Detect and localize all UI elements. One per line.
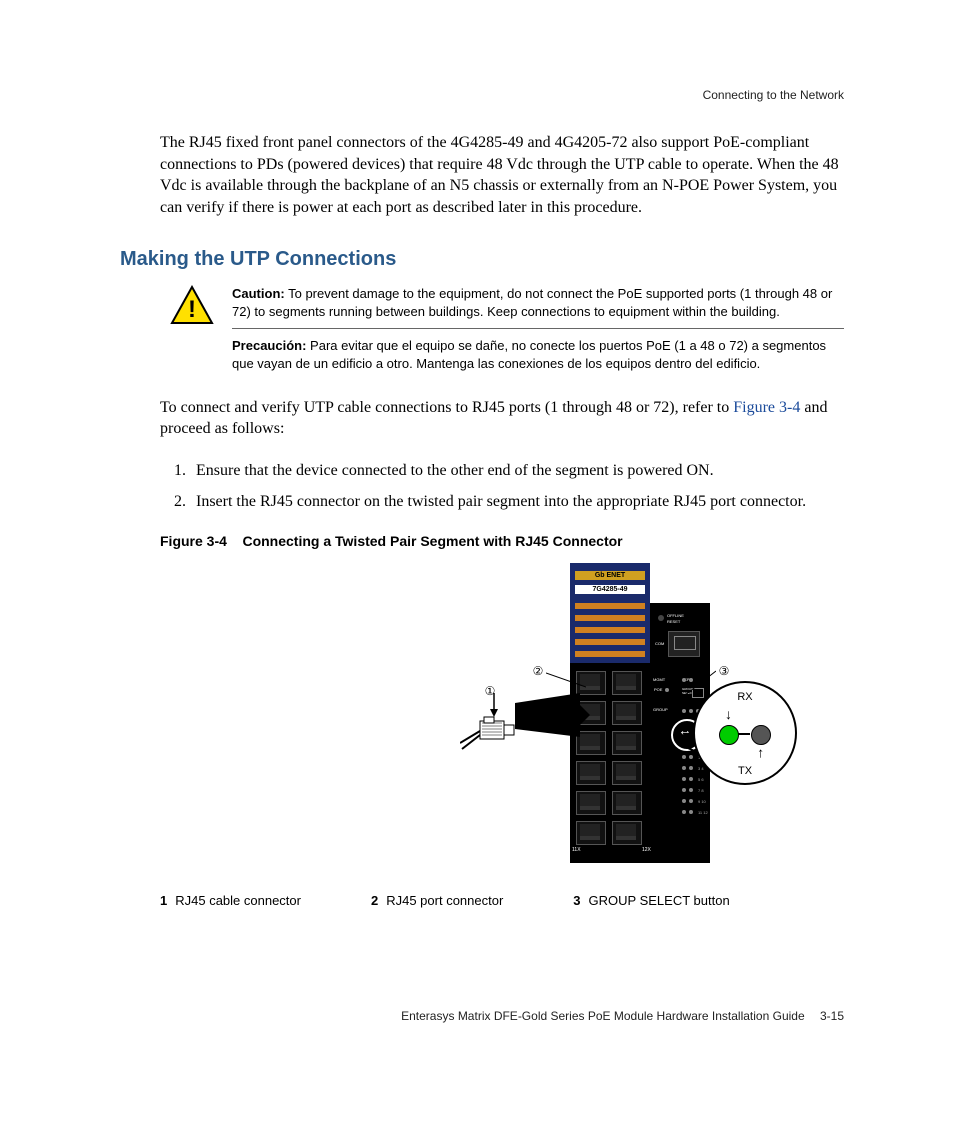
legend-item-3: 3GROUP SELECT button: [573, 893, 729, 908]
led-link-bar: [738, 733, 750, 735]
page-number: 3-15: [820, 1009, 844, 1023]
rj45-port-icon: [612, 761, 642, 785]
arrow-down-icon: ↓: [725, 708, 732, 724]
arrow-up-icon: ↓: [757, 745, 764, 761]
svg-text:!: !: [188, 296, 196, 323]
figure-link[interactable]: Figure 3-4: [733, 399, 800, 416]
label-offline: OFFLINE: [667, 613, 684, 618]
device-stripe: [575, 639, 645, 645]
caution-block: ! Caution: To prevent damage to the equi…: [110, 285, 844, 378]
intro-paragraph: The RJ45 fixed front panel connectors of…: [110, 132, 844, 218]
page-footer: Enterasys Matrix DFE-Gold Series PoE Mod…: [0, 1009, 844, 1023]
steps-list: Ensure that the device connected to the …: [110, 460, 844, 513]
figure-legend: 1RJ45 cable connector 2RJ45 port connect…: [110, 893, 844, 908]
device-label-model: 7G4285-49: [575, 585, 645, 594]
label-group: GROUP: [653, 707, 668, 712]
rj45-port-icon: [612, 701, 642, 725]
footer-text: Enterasys Matrix DFE-Gold Series PoE Mod…: [401, 1009, 805, 1023]
label-tx: TX: [695, 765, 795, 777]
reset-led-icon: [658, 615, 664, 621]
step-2: Insert the RJ45 connector on the twisted…: [190, 491, 844, 513]
device-stripe: [575, 651, 645, 657]
port-label-12x: 12X: [642, 847, 651, 853]
device-stripe: [575, 603, 645, 609]
label-reset: RESET: [667, 619, 680, 624]
figure-number: Figure 3-4: [160, 533, 227, 549]
step-1: Ensure that the device connected to the …: [190, 460, 844, 482]
label-mgmt: MGMT: [653, 677, 665, 682]
rj45-port-icon: [576, 761, 606, 785]
led-row: [665, 688, 669, 692]
callout-3: ③: [716, 663, 732, 679]
port-label-11x: 11X: [572, 847, 581, 853]
callout-2: ②: [530, 663, 546, 679]
lead-in-paragraph: To connect and verify UTP cable connecti…: [110, 397, 844, 440]
label-com: COM: [655, 641, 664, 646]
led-green-icon: [719, 725, 739, 745]
device-stripe: [575, 627, 645, 633]
led-detail-lens: RX ↓ ↓ TX: [693, 681, 797, 785]
figure-diagram: Gb ENET 7G4285-49 OFFLINE RESET COM MGMT…: [310, 563, 844, 883]
label-poe: POE: [654, 687, 662, 692]
lead-in-a: To connect and verify UTP cable connecti…: [160, 399, 733, 416]
caution-label-es: Precaución:: [232, 338, 306, 353]
legend-item-1: 1RJ45 cable connector: [160, 893, 301, 908]
device-label-gbenet: Gb ENET: [575, 571, 645, 580]
callout-1: ①: [482, 683, 498, 699]
caution-label-en: Caution:: [232, 286, 285, 301]
led-dark-icon: [751, 725, 771, 745]
warning-triangle-icon: !: [170, 285, 214, 330]
device-stripe: [575, 615, 645, 621]
rj45-port-icon: [576, 821, 606, 845]
com-port-icon: [668, 631, 700, 657]
rj45-port-icon: [612, 671, 642, 695]
cable-insert-arrow-icon: [460, 693, 590, 763]
caution-divider: [232, 328, 844, 329]
caution-text-en: To prevent damage to the equipment, do n…: [232, 286, 832, 319]
label-rx: RX: [695, 691, 795, 703]
rj45-port-icon: [612, 821, 642, 845]
rj45-port-icon: [612, 791, 642, 815]
rj45-port-icon: [576, 791, 606, 815]
caution-text-es: Para evitar que el equipo se dañe, no co…: [232, 338, 826, 371]
figure-title: Connecting a Twisted Pair Segment with R…: [242, 533, 622, 549]
legend-item-2: 2RJ45 port connector: [371, 893, 503, 908]
section-heading: Making the UTP Connections: [110, 248, 844, 271]
running-header: Connecting to the Network: [110, 88, 844, 102]
figure-caption: Figure 3-4 Connecting a Twisted Pair Seg…: [110, 533, 844, 549]
rj45-port-icon: [612, 731, 642, 755]
